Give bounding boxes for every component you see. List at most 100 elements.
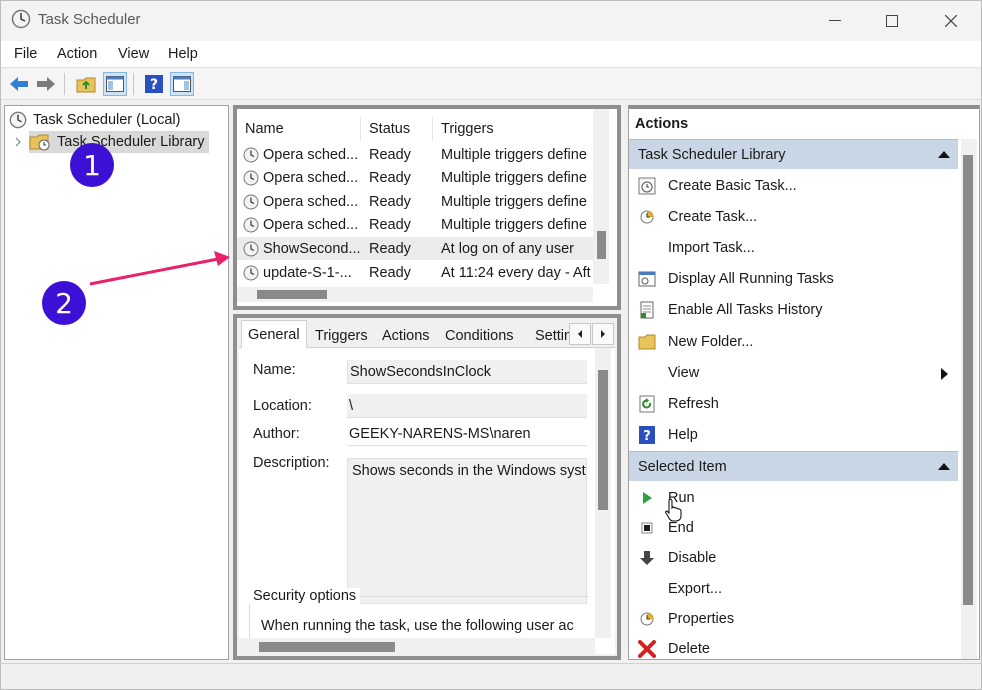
console-tree: Task Scheduler (Local) Task Scheduler Li… <box>4 105 229 660</box>
show-hide-action-pane-button[interactable] <box>170 72 194 96</box>
task-row[interactable]: Opera sched... Ready Multiple triggers def… <box>237 167 593 190</box>
toolbar: ? <box>1 69 981 100</box>
maximize-button[interactable] <box>864 1 920 41</box>
column-status[interactable]: Status <box>361 117 433 141</box>
forward-icon <box>37 77 55 91</box>
menu-file[interactable]: File <box>14 46 37 62</box>
name-field[interactable]: ShowSecondsInClock <box>347 360 587 384</box>
tab-actions-label: Actions <box>382 327 430 344</box>
task-row[interactable]: Opera sched... Ready Multiple triggers def… <box>237 143 593 166</box>
task-row[interactable]: update-S-1-... Ready At 11:24 every day - … <box>237 261 593 284</box>
task-status-cell: Ready <box>369 214 433 237</box>
collapse-icon[interactable] <box>938 151 950 158</box>
status-bar <box>1 663 981 689</box>
detail-hscroll-thumb[interactable] <box>259 642 395 652</box>
tree-root-label: Task Scheduler (Local) <box>33 112 181 128</box>
action-display-all-running-tasks[interactable]: Display All Running Tasks <box>629 264 958 294</box>
task-name: Opera sched... <box>263 146 359 163</box>
show-hide-tree-button[interactable] <box>103 72 127 96</box>
tab-settings[interactable]: Settin <box>529 323 569 348</box>
tree-library-selection[interactable]: Task Scheduler Library <box>29 131 209 153</box>
menu-action[interactable]: Action <box>57 46 97 62</box>
toolbar-separator <box>64 73 65 95</box>
chevron-right-icon[interactable] <box>13 137 23 147</box>
show-hide-action-pane-icon <box>173 76 191 92</box>
task-status: Ready <box>369 264 411 281</box>
description-field[interactable]: Shows seconds in the Windows syste <box>347 458 587 604</box>
detail-vscroll-thumb[interactable] <box>598 370 608 510</box>
action-view[interactable]: View <box>629 358 958 388</box>
task-triggers: At log on of any user <box>441 240 574 257</box>
help-button[interactable]: ? <box>142 72 166 96</box>
end-icon <box>638 519 656 537</box>
task-clock-icon <box>243 170 259 186</box>
toolbar-separator <box>133 73 134 95</box>
task-list-vscroll[interactable] <box>593 109 609 284</box>
svg-text:?: ? <box>643 429 651 444</box>
detail-vscroll[interactable] <box>595 348 611 638</box>
tab-triggers-label: Triggers <box>315 327 368 344</box>
task-triggers-cell: At 11:24 every day - Aft <box>441 261 593 284</box>
menu-help[interactable]: Help <box>168 46 198 62</box>
refresh-icon <box>638 395 656 413</box>
tab-scroll-right[interactable] <box>592 323 614 345</box>
forward-button[interactable] <box>34 72 58 96</box>
location-label: Location: <box>253 398 312 414</box>
section-selected-item[interactable]: Selected Item <box>629 451 958 481</box>
column-name[interactable]: Name <box>237 117 361 141</box>
task-triggers-cell: Multiple triggers define <box>441 143 593 166</box>
security-options-title: Security options <box>249 588 361 604</box>
column-triggers[interactable]: Triggers <box>433 117 593 141</box>
task-row[interactable]: Opera sched... Ready Multiple triggers def… <box>237 214 593 237</box>
up-folder-button[interactable] <box>74 72 98 96</box>
delete-icon <box>638 640 656 658</box>
back-button[interactable] <box>7 72 31 96</box>
history-icon <box>638 301 656 319</box>
tab-actions[interactable]: Actions <box>376 323 436 348</box>
tab-triggers[interactable]: Triggers <box>309 323 374 348</box>
tab-general[interactable]: General <box>241 320 307 349</box>
action-help[interactable]: ? Help <box>629 420 958 450</box>
action-create-basic-task[interactable]: Create Basic Task... <box>629 171 958 201</box>
tree-item-library[interactable]: Task Scheduler Library <box>13 131 209 153</box>
actions-title: Actions <box>635 116 689 132</box>
clock-icon <box>11 9 31 29</box>
back-icon <box>10 77 28 91</box>
actions-vscroll-thumb[interactable] <box>963 155 973 605</box>
action-refresh[interactable]: Refresh <box>629 389 958 419</box>
general-tab-body: Name: ShowSecondsInClock Location: \ Aut… <box>239 348 615 654</box>
detail-hscroll[interactable] <box>239 638 595 654</box>
author-value: GEEKY-NARENS-MS\naren <box>349 425 531 442</box>
task-name-cell: update-S-1-... <box>243 261 361 284</box>
tab-conditions[interactable]: Conditions <box>439 323 520 348</box>
menu-view[interactable]: View <box>118 46 149 62</box>
collapse-icon[interactable] <box>938 463 950 470</box>
action-disable[interactable]: Disable <box>629 543 958 573</box>
action-delete[interactable]: Delete <box>629 634 958 664</box>
action-new-folder[interactable]: New Folder... <box>629 327 958 357</box>
section-task-scheduler-library[interactable]: Task Scheduler Library <box>629 139 958 169</box>
tab-scroll-left[interactable] <box>569 323 591 345</box>
task-status-cell: Ready <box>369 261 433 284</box>
task-scheduler-window: Task Scheduler File Action View Help ? T… <box>0 0 982 690</box>
action-export[interactable]: Export... <box>629 574 958 604</box>
minimize-button[interactable] <box>807 1 863 41</box>
task-name: Opera sched... <box>263 193 359 210</box>
tree-item-root[interactable]: Task Scheduler (Local) <box>9 109 181 131</box>
task-row[interactable]: ShowSecond... Ready At log on of any user <box>237 237 593 261</box>
detail-tabs: General Triggers Actions Conditions Sett… <box>239 320 615 349</box>
task-row[interactable]: Opera sched... Ready Multiple triggers def… <box>237 190 593 213</box>
action-import-task[interactable]: Import Task... <box>629 233 958 263</box>
actions-vscroll[interactable] <box>961 139 977 659</box>
task-status: Ready <box>369 170 411 187</box>
action-properties[interactable]: Properties <box>629 604 958 634</box>
help-icon: ? <box>638 425 656 444</box>
action-create-task[interactable]: Create Task... <box>629 202 958 232</box>
action-enable-all-tasks-history[interactable]: Enable All Tasks History <box>629 295 958 325</box>
task-list-hscroll[interactable] <box>237 287 593 302</box>
task-list-hscroll-thumb[interactable] <box>257 290 327 299</box>
description-value: Shows seconds in the Windows syste <box>352 463 587 479</box>
title-bar: Task Scheduler <box>1 1 981 41</box>
close-button[interactable] <box>923 1 979 41</box>
task-list-vscroll-thumb[interactable] <box>597 231 606 259</box>
